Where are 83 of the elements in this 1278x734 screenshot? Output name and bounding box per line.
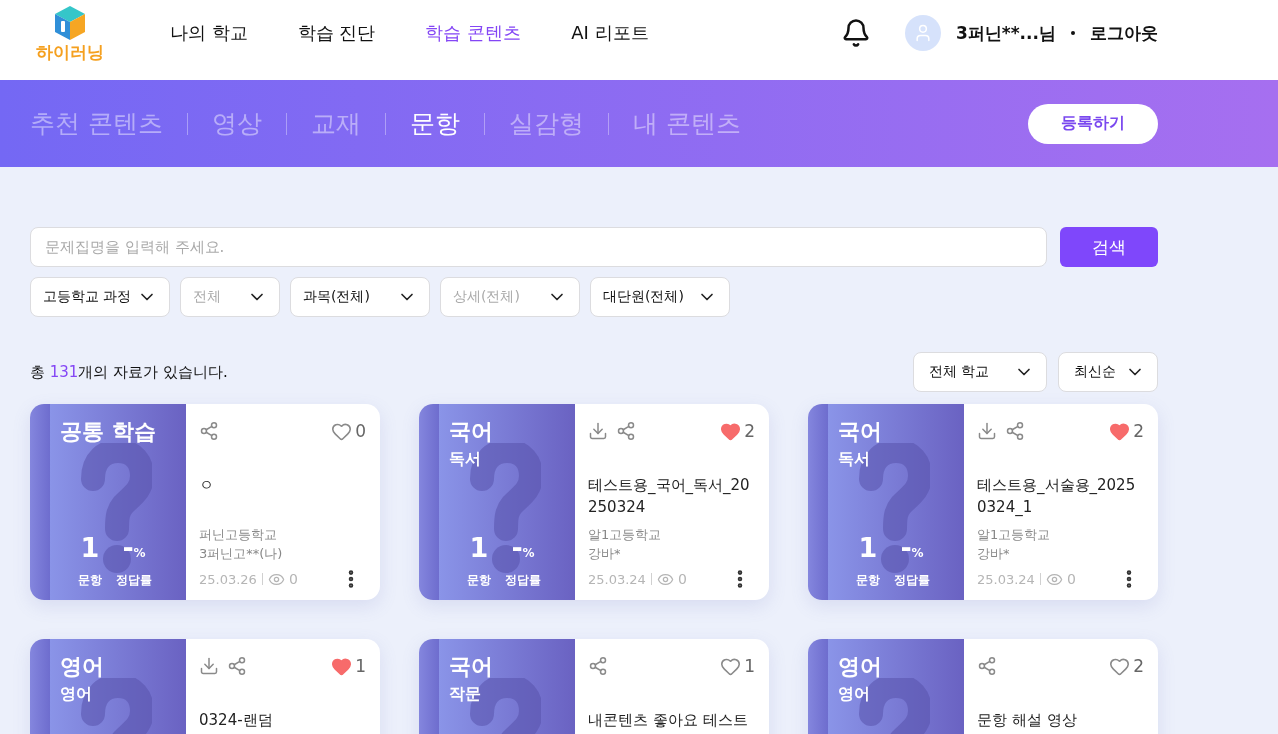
question-count: 1 <box>858 533 878 565</box>
filter-select[interactable]: 고등학교 과정 <box>30 277 170 317</box>
download-icon[interactable] <box>588 421 608 441</box>
search-button[interactable]: 검색 <box>1060 227 1158 267</box>
view-count: 0 <box>1066 571 1076 587</box>
notification-bell-icon[interactable] <box>841 18 871 48</box>
card-subject: 영어 <box>838 653 882 681</box>
share-icon[interactable] <box>1005 421 1025 441</box>
download-icon[interactable] <box>199 656 219 676</box>
like-count: 2 <box>1133 421 1144 441</box>
accuracy-value: -% <box>511 533 535 565</box>
card-topic: 작문 <box>449 683 481 705</box>
school-name: 알1고등학교 <box>588 526 662 544</box>
card-topic: 영어 <box>60 683 92 705</box>
content-card[interactable]: 공통 학습 1 -% 문항 정답률 0 ㅇ 퍼닌고등학교 3퍼닌고**(나) 25.03.26 0 <box>30 404 380 600</box>
sort-select[interactable]: 최신순 <box>1058 352 1158 392</box>
question-count-label: 문항 <box>78 572 102 588</box>
author-name: 강바* <box>977 545 1010 563</box>
accuracy-label: 정답률 <box>116 572 152 588</box>
card-title: 문항 해설 영상 <box>977 710 1078 731</box>
content-card[interactable]: 국어 작문 1 내콘텐츠 좋아요 테스트 <box>419 639 769 734</box>
date-text: 25.03.26 <box>199 571 257 587</box>
like-count: 1 <box>744 656 755 676</box>
card-title: 테스트용_국어_독서_20250324 <box>588 475 751 518</box>
nav-link[interactable]: 학습 진단 <box>297 21 376 45</box>
school-name: 알1고등학교 <box>977 526 1051 544</box>
card-title: 0324-랜덤 <box>199 710 274 731</box>
content-card[interactable]: 국어 독서 1 -% 문항 정답률 2 테스트용_서술용_20250324_1 알1고등학교 강바* 25.03.24 0 <box>808 404 1158 600</box>
question-count: 1 <box>80 533 100 565</box>
logo-cube-icon[interactable] <box>53 4 87 41</box>
search-field[interactable]: 문제집명을 입력해 주세요. <box>30 227 1047 267</box>
question-mark-icon <box>80 443 152 575</box>
like-count: 2 <box>744 421 755 441</box>
accuracy-label: 정답률 <box>894 572 930 588</box>
view-count: 0 <box>288 571 298 587</box>
share-icon[interactable] <box>199 421 219 441</box>
card-subject: 공통 학습 <box>60 418 156 446</box>
accuracy-value: -% <box>900 533 924 565</box>
accuracy-value: -% <box>122 533 146 565</box>
content-card[interactable]: 영어 영어 2 문항 해설 영상 <box>808 639 1158 734</box>
card-subject: 국어 <box>449 418 493 446</box>
like-count: 1 <box>355 656 366 676</box>
result-count-text: 총 131개의 자료가 있습니다. <box>30 362 228 382</box>
school-name: 퍼닌고등학교 <box>199 526 277 544</box>
date-text: 25.03.24 <box>588 571 646 587</box>
user-name: 3퍼닌**...님 <box>956 21 1056 45</box>
card-title: 내콘텐츠 좋아요 테스트 <box>588 710 749 731</box>
content-card[interactable]: 국어 독서 1 -% 문항 정답률 2 테스트용_국어_독서_20250324 알1고등학교 강바* 25.03.24 0 <box>419 404 769 600</box>
like-count: 0 <box>355 421 366 441</box>
share-icon[interactable] <box>977 656 997 676</box>
share-icon[interactable] <box>227 656 247 676</box>
download-icon[interactable] <box>977 421 997 441</box>
avatar-icon <box>905 15 941 51</box>
category-tab[interactable]: 문항 <box>409 107 460 140</box>
nav-link[interactable]: AI 리포트 <box>571 21 649 45</box>
card-subject: 국어 <box>449 653 493 681</box>
share-icon[interactable] <box>616 421 636 441</box>
card-title: ㅇ <box>199 475 215 496</box>
card-topic: 독서 <box>449 448 481 470</box>
question-count-label: 문항 <box>467 572 491 588</box>
filter-select[interactable]: 대단원(전체) <box>590 277 730 317</box>
register-button[interactable]: 등록하기 <box>1028 103 1158 144</box>
card-subject: 국어 <box>838 418 882 446</box>
nav-link[interactable]: 학습 콘텐츠 <box>425 21 522 45</box>
question-count: 1 <box>469 533 489 565</box>
card-topic: 독서 <box>838 448 870 470</box>
view-count: 0 <box>677 571 687 587</box>
question-count-label: 문항 <box>856 572 880 588</box>
date-text: 25.03.24 <box>977 571 1035 587</box>
accuracy-label: 정답률 <box>505 572 541 588</box>
share-icon[interactable] <box>588 656 608 676</box>
like-count: 2 <box>1133 656 1144 676</box>
logout-link[interactable]: 로그아웃 <box>1090 21 1158 45</box>
card-subject: 영어 <box>60 653 104 681</box>
card-topic: 영어 <box>838 683 870 705</box>
card-title: 테스트용_서술용_20250324_1 <box>977 475 1137 518</box>
filter-select[interactable]: 과목(전체) <box>290 277 430 317</box>
nav-link[interactable]: 나의 학교 <box>170 21 248 45</box>
author-name: 강바* <box>588 545 621 563</box>
author-name: 3퍼닌고**(나) <box>199 545 283 563</box>
sort-select[interactable]: 전체 학교 <box>913 352 1047 392</box>
content-card[interactable]: 영어 영어 1 0324-랜덤 <box>30 639 380 734</box>
dot-icon <box>1071 31 1075 35</box>
